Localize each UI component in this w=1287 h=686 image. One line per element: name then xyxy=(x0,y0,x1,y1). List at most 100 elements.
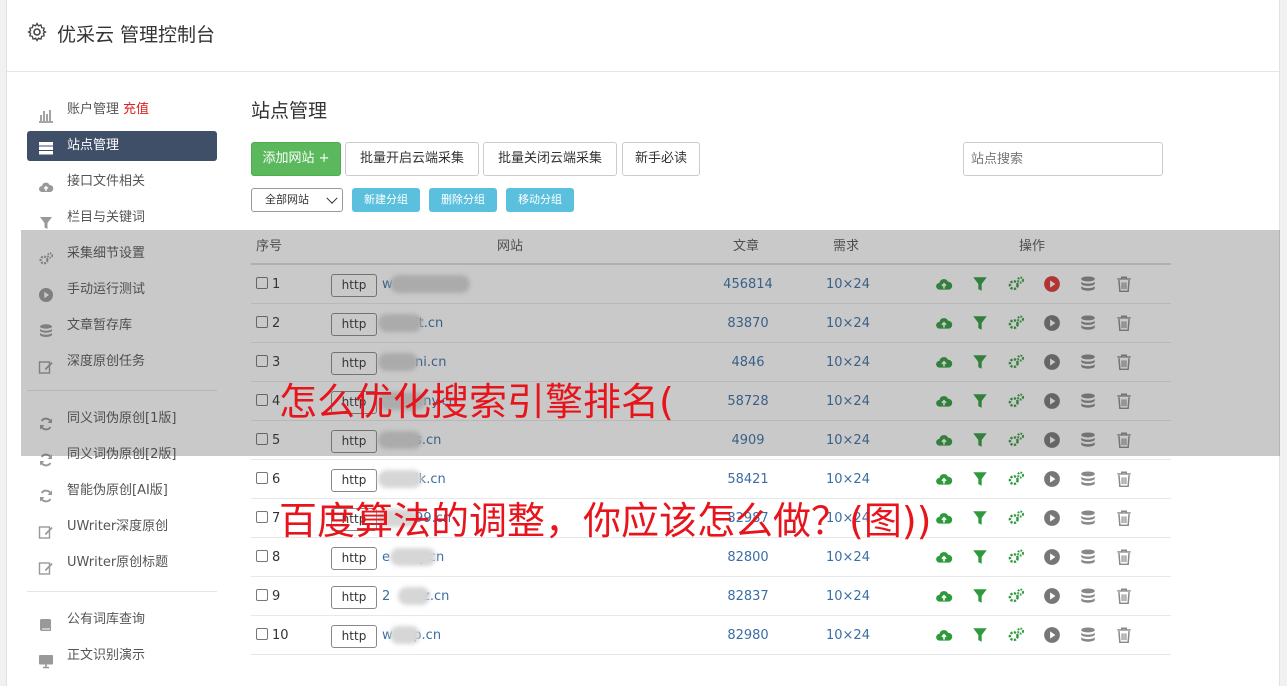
trash-icon[interactable] xyxy=(1115,626,1133,644)
sidebar-item-15[interactable]: 正文识别演示 xyxy=(27,638,217,674)
sidebar-item-label: 智能伪原创[AI版] xyxy=(67,483,168,498)
new-group-button[interactable]: 新建分组 xyxy=(352,188,420,212)
recharge-link[interactable]: 充值 xyxy=(123,102,149,117)
filter-icon[interactable] xyxy=(971,548,989,566)
sidebar-divider xyxy=(27,591,217,592)
filter-icon[interactable] xyxy=(971,509,989,527)
sidebar-item-2[interactable]: 站点管理 xyxy=(27,131,217,161)
cogs-icon[interactable] xyxy=(1007,587,1025,605)
app-title: 优采云 管理控制台 xyxy=(57,24,216,46)
database-icon[interactable] xyxy=(1079,587,1097,605)
row-checkbox[interactable] xyxy=(256,589,268,601)
batch-open-cloud-button[interactable]: 批量开启云端采集 xyxy=(345,142,479,176)
move-group-button[interactable]: 移动分组 xyxy=(506,188,574,212)
database-icon[interactable] xyxy=(1079,509,1097,527)
page-title: 站点管理 xyxy=(251,100,328,122)
cloud-upload-icon[interactable] xyxy=(935,509,953,527)
filter-icon[interactable] xyxy=(971,470,989,488)
sidebar-item-label: 正文识别演示 xyxy=(67,648,146,663)
http-badge[interactable]: http xyxy=(331,547,377,570)
trash-icon[interactable] xyxy=(1115,587,1133,605)
sidebar-item-label: UWriter深度原创 xyxy=(67,519,169,534)
gear-icon[interactable] xyxy=(27,22,47,42)
sidebar-item-11[interactable]: 智能伪原创[AI版] xyxy=(27,473,217,509)
batch-close-cloud-button[interactable]: 批量关闭云端采集 xyxy=(483,142,617,176)
cogs-icon[interactable] xyxy=(1007,626,1025,644)
row-checkbox[interactable] xyxy=(256,550,268,562)
row-checkbox[interactable] xyxy=(256,628,268,640)
edit-icon xyxy=(38,555,54,575)
database-icon[interactable] xyxy=(1079,548,1097,566)
sidebar-item-label: 接口文件相关 xyxy=(67,174,146,189)
top-header: 优采云 管理控制台 xyxy=(7,0,1279,72)
sidebar-item-13[interactable]: UWriter原创标题 xyxy=(27,545,217,581)
overlay-headline-line2: 百度算法的调整，你应该怎么做？(图)) xyxy=(279,499,932,543)
delete-group-button[interactable]: 删除分组 xyxy=(429,188,497,212)
redaction-blur xyxy=(390,626,420,644)
redaction-blur xyxy=(378,470,422,488)
monitor-icon xyxy=(38,648,54,669)
row-checkbox[interactable] xyxy=(256,472,268,484)
sidebar-item-label: 公有词库查询 xyxy=(67,612,146,627)
redaction-blur xyxy=(398,587,430,605)
play-circle-icon[interactable] xyxy=(1043,626,1061,644)
database-icon[interactable] xyxy=(1079,470,1097,488)
sidebar-item-12[interactable]: UWriter深度原创 xyxy=(27,509,217,545)
http-badge[interactable]: http xyxy=(331,586,377,609)
cogs-icon[interactable] xyxy=(1007,470,1025,488)
cloud-upload-icon xyxy=(38,174,54,192)
cloud-upload-icon[interactable] xyxy=(935,626,953,644)
cloud-upload-icon[interactable] xyxy=(935,548,953,566)
play-circle-icon[interactable] xyxy=(1043,587,1061,605)
play-circle-icon[interactable] xyxy=(1043,548,1061,566)
row-index: 9 xyxy=(272,589,281,604)
sidebar-item-14[interactable]: 公有词库查询 xyxy=(27,602,217,638)
group-bar: 全部网站 新建分组 删除分组 移动分组 xyxy=(251,188,851,212)
demand-value[interactable]: 10×24 xyxy=(805,616,891,655)
http-badge[interactable]: http xyxy=(331,469,377,492)
toolbar: 添加网站 + 批量开启云端采集 批量关闭云端采集 新手必读 xyxy=(251,142,1181,176)
filter-icon[interactable] xyxy=(971,587,989,605)
sidebar-item-1[interactable]: 账户管理 充值 xyxy=(27,92,217,128)
cloud-upload-icon[interactable] xyxy=(935,470,953,488)
app-frame: 优采云 管理控制台 账户管理 充值 站点管理 接口文件相关 栏目与关键词 采集细节设置 手动… xyxy=(6,0,1280,686)
main-content: 站点管理 添加网站 + 批量开启云端采集 批量关闭云端采集 新手必读 全部网站 … xyxy=(251,96,1181,655)
book-icon xyxy=(38,612,54,631)
add-site-button[interactable]: 添加网站 + xyxy=(251,142,341,176)
database-icon[interactable] xyxy=(1079,626,1097,644)
site-group-select[interactable]: 全部网站 xyxy=(251,188,343,212)
sidebar-item-label: 账户管理 xyxy=(67,102,120,117)
newbie-guide-button[interactable]: 新手必读 xyxy=(622,142,700,176)
filter-icon[interactable] xyxy=(971,626,989,644)
cogs-icon[interactable] xyxy=(1007,509,1025,527)
row-index: 10 xyxy=(272,628,289,643)
sidebar-item-label: 站点管理 xyxy=(67,138,120,153)
edit-icon xyxy=(38,519,54,539)
article-count[interactable]: 82980 xyxy=(691,616,805,655)
play-circle-icon[interactable] xyxy=(1043,470,1061,488)
chevron-down-icon xyxy=(326,192,338,204)
site-group-select-value: 全部网站 xyxy=(265,193,309,206)
cogs-icon[interactable] xyxy=(1007,548,1025,566)
http-badge[interactable]: http xyxy=(331,625,377,648)
cloud-upload-icon[interactable] xyxy=(935,587,953,605)
table-row: 10 http w p.cn 82980 10×24 xyxy=(251,616,1171,655)
demand-value[interactable]: 10×24 xyxy=(805,577,891,616)
bar-chart-icon xyxy=(38,102,54,123)
overlay-headline-line1: 怎么优化搜索引擎排名( xyxy=(279,380,674,424)
table-row: 9 http 2 az.cn 82837 10×24 xyxy=(251,577,1171,616)
redaction-blur xyxy=(390,548,436,566)
trash-icon[interactable] xyxy=(1115,470,1133,488)
trash-icon[interactable] xyxy=(1115,509,1133,527)
server-icon xyxy=(38,138,54,155)
refresh-icon xyxy=(38,483,54,503)
article-count[interactable]: 82837 xyxy=(691,577,805,616)
trash-icon[interactable] xyxy=(1115,548,1133,566)
sidebar-item-label: 栏目与关键词 xyxy=(67,210,146,225)
play-circle-icon[interactable] xyxy=(1043,509,1061,527)
row-checkbox[interactable] xyxy=(256,511,268,523)
sidebar-item-3[interactable]: 接口文件相关 xyxy=(27,164,217,200)
sidebar-item-label: UWriter原创标题 xyxy=(67,555,169,570)
filter-icon xyxy=(38,210,54,229)
site-search-input[interactable] xyxy=(963,142,1163,176)
